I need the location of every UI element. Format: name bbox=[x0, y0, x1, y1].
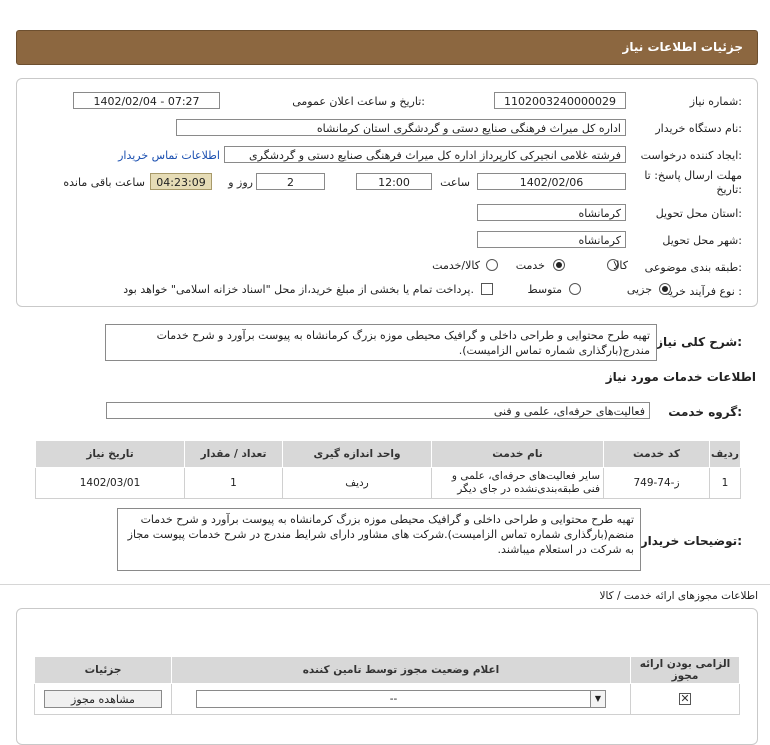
buyer-notes-text: تهیه طرح محتوایی و طراحی داخلی و گرافیک … bbox=[117, 508, 641, 571]
cell-date: 1402/03/01 bbox=[35, 467, 185, 499]
city-label: شهر محل تحویل: bbox=[662, 234, 742, 247]
col-license-status: اعلام وضعیت مجوز توسط تامین کننده bbox=[171, 656, 631, 684]
deadline-date-field: 1402/02/06 bbox=[477, 173, 626, 190]
payment-note: پرداخت تمام یا بخشی از مبلغ خرید،از محل … bbox=[123, 283, 474, 296]
category-radio-service[interactable] bbox=[553, 259, 565, 271]
col-license-details: جزئیات bbox=[34, 656, 172, 684]
licenses-table: الزامی بودن ارائه مجوز اعلام وضعیت مجوز … bbox=[34, 656, 740, 715]
cell-name: سایر فعالیت‌های حرفه‌ای، علمی و فنی طبقه… bbox=[431, 467, 604, 499]
category-option-service: خدمت bbox=[515, 259, 545, 272]
category-option-goods: کالا bbox=[613, 259, 628, 272]
announce-datetime-field: 1402/02/04 - 07:27 bbox=[73, 92, 220, 109]
process-option-medium: متوسط bbox=[527, 283, 562, 296]
services-table: ردیف کد خدمت نام خدمت واحد اندازه گیری ت… bbox=[35, 440, 741, 499]
license-status-value: -- bbox=[389, 693, 398, 705]
col-unit: واحد اندازه گیری bbox=[282, 440, 432, 468]
service-group-label: گروه خدمت: bbox=[668, 405, 742, 419]
col-qty: تعداد / مقدار bbox=[184, 440, 283, 468]
cell-unit: ردیف bbox=[282, 467, 432, 499]
treasury-checkbox[interactable] bbox=[481, 283, 493, 295]
cell-code: ز-74-749 bbox=[603, 467, 710, 499]
category-radio-goods-service[interactable] bbox=[486, 259, 498, 271]
need-number-label: شماره نیاز: bbox=[689, 95, 742, 108]
process-radio-minor[interactable] bbox=[659, 283, 671, 295]
category-option-goods-service: کالا/خدمت bbox=[432, 259, 480, 272]
summary-label: شرح کلی نیاز: bbox=[656, 335, 742, 349]
license-status-select[interactable]: ▼ -- bbox=[196, 690, 606, 708]
cell-license-required: ✕ bbox=[630, 683, 740, 715]
col-name: نام خدمت bbox=[431, 440, 604, 468]
city-field: کرمانشاه bbox=[477, 231, 626, 248]
chevron-down-icon[interactable]: ▼ bbox=[590, 691, 605, 707]
announce-label: تاریخ و ساعت اعلان عمومی: bbox=[292, 95, 425, 108]
section-divider bbox=[0, 584, 770, 585]
required-checkbox: ✕ bbox=[679, 692, 691, 705]
remaining-days-field: 2 bbox=[256, 173, 325, 190]
days-label: روز و bbox=[228, 176, 253, 189]
creator-field: فرشته غلامی انجیرکی کارپرداز اداره کل می… bbox=[224, 146, 626, 163]
col-code: کد خدمت bbox=[603, 440, 710, 468]
summary-text: تهیه طرح محتوایی و طراحی داخلی و گرافیک … bbox=[105, 324, 657, 361]
col-date: تاریخ نیاز bbox=[35, 440, 185, 468]
table-row: 1 ز-74-749 سایر فعالیت‌های حرفه‌ای، علمی… bbox=[35, 467, 741, 499]
col-row: ردیف bbox=[709, 440, 741, 468]
buyer-notes-label: توضیحات خریدار: bbox=[640, 534, 742, 548]
view-license-button[interactable]: مشاهده مجوز bbox=[44, 690, 162, 708]
remaining-label: ساعت باقی مانده bbox=[63, 176, 145, 189]
process-radio-medium[interactable] bbox=[569, 283, 581, 295]
licenses-section-title: اطلاعات مجوزهای ارائه خدمت / کالا bbox=[599, 590, 758, 602]
cell-license-status: ▼ -- bbox=[171, 683, 631, 715]
deadline-time-label: ساعت bbox=[440, 176, 470, 189]
creator-label: ایجاد کننده درخواست: bbox=[640, 149, 742, 162]
cell-license-details: مشاهده مجوز bbox=[34, 683, 172, 715]
table-row: ✕ ▼ -- مشاهده مجوز bbox=[34, 683, 740, 715]
category-label: طبقه بندی موضوعی: bbox=[644, 261, 742, 274]
service-group-field: فعالیت‌های حرفه‌ای، علمی و فنی bbox=[106, 402, 650, 419]
buyer-contact-link[interactable]: اطلاعات تماس خریدار bbox=[118, 149, 220, 162]
province-field: کرمانشاه bbox=[477, 204, 626, 221]
services-section-title: اطلاعات خدمات مورد نیاز bbox=[605, 370, 756, 384]
cell-row: 1 bbox=[709, 467, 741, 499]
need-number-field: 1102003240000029 bbox=[494, 92, 626, 109]
process-label: نوع فرآیند خرید : bbox=[664, 285, 742, 298]
remaining-time-field: 04:23:09 bbox=[150, 173, 212, 190]
buyer-label: نام دستگاه خریدار: bbox=[655, 122, 742, 135]
page-header: جزئیات اطلاعات نیاز bbox=[16, 30, 758, 65]
deadline-time-field: 12:00 bbox=[356, 173, 432, 190]
process-option-minor: جزیی bbox=[626, 283, 652, 296]
deadline-label: مهلت ارسال پاسخ: تا bbox=[644, 169, 742, 182]
cell-qty: 1 bbox=[184, 467, 283, 499]
col-license-required: الزامی بودن ارائه مجوز bbox=[630, 656, 740, 684]
page-title: جزئیات اطلاعات نیاز bbox=[622, 40, 743, 54]
province-label: استان محل تحویل: bbox=[655, 207, 742, 220]
deadline-date-label: تاریخ: bbox=[716, 183, 742, 196]
buyer-field: اداره کل میراث فرهنگی صنایع دستی و گردشگ… bbox=[176, 119, 626, 136]
